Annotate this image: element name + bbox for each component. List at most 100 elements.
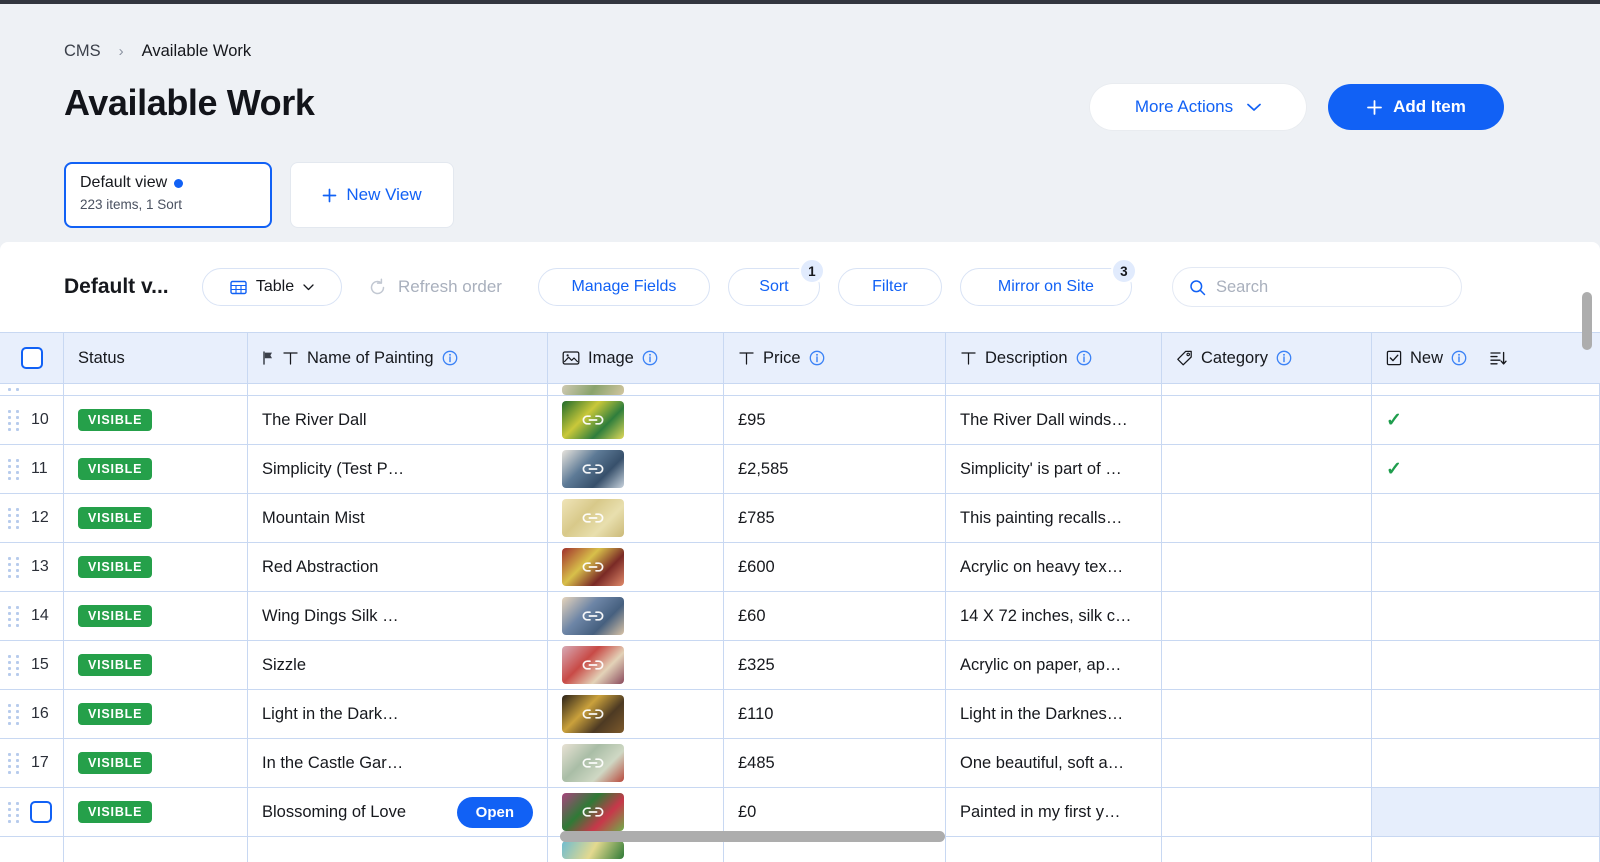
drag-handle-icon[interactable] [8,654,22,676]
description-cell[interactable]: Acrylic on heavy tex… [946,543,1162,591]
image-cell[interactable] [548,641,724,689]
mirror-on-site-button[interactable]: Mirror on Site 3 [959,258,1137,306]
description-cell[interactable]: Simplicity' is part of … [946,445,1162,493]
image-cell[interactable] [548,396,724,444]
new-cell[interactable] [1372,788,1600,836]
image-cell[interactable] [548,788,724,836]
table-row[interactable]: 11 VISIBLE Simplicity (Test P… £2,585 Simpli… [0,445,1600,494]
filter-button[interactable]: Filter [837,268,942,306]
category-cell[interactable] [1162,445,1372,493]
new-cell[interactable]: ✓ [1372,445,1600,493]
drag-handle-icon[interactable] [8,801,22,823]
category-cell[interactable] [1162,494,1372,542]
table-row[interactable]: 17 VISIBLE In the Castle Gar… £485 One beaut… [0,739,1600,788]
name-cell[interactable]: The River Dall [248,396,548,444]
row-handle-cell[interactable]: 13 [0,543,64,591]
row-handle-cell[interactable] [0,788,64,836]
name-cell[interactable]: In the Castle Gar… [248,739,548,787]
new-view-button[interactable]: New View [290,162,454,228]
row-handle-cell[interactable]: 14 [0,592,64,640]
table-body[interactable]: 10 VISIBLE The River Dall £95 The River Dall… [0,384,1600,862]
price-cell[interactable]: £95 [724,396,946,444]
view-type-selector[interactable]: Table [202,268,342,306]
info-icon[interactable] [1276,350,1292,366]
vertical-scrollbar-thumb[interactable] [1582,292,1592,350]
table-row[interactable]: 10 VISIBLE The River Dall £95 The River Dall… [0,396,1600,445]
name-cell[interactable]: Red Abstraction [248,543,548,591]
select-all-checkbox[interactable] [20,347,43,369]
status-cell[interactable]: VISIBLE [64,396,248,444]
status-cell[interactable]: VISIBLE [64,592,248,640]
thumbnail[interactable] [562,597,624,635]
status-cell[interactable]: VISIBLE [64,445,248,493]
table-row[interactable]: 12 VISIBLE Mountain Mist £785 This painting … [0,494,1600,543]
category-cell[interactable] [1162,592,1372,640]
column-header-new[interactable]: New [1372,333,1600,383]
description-cell[interactable]: One beautiful, soft a… [946,739,1162,787]
info-icon[interactable] [642,350,658,366]
row-handle-cell[interactable]: 15 [0,641,64,689]
name-cell[interactable]: Light in the Dark… [248,690,548,738]
sort-descending-icon[interactable] [1489,350,1507,367]
table-row[interactable]: 15 VISIBLE Sizzle £325 Acrylic on paper, ap… [0,641,1600,690]
image-cell[interactable] [548,739,724,787]
new-cell[interactable] [1372,739,1600,787]
drag-handle-icon[interactable] [8,556,22,578]
open-item-button[interactable]: Open [456,796,533,828]
table-row[interactable]: 16 VISIBLE Light in the Dark… £110 Light in … [0,690,1600,739]
info-icon[interactable] [1451,350,1467,366]
column-header-image[interactable]: Image [548,333,724,383]
more-actions-button[interactable]: More Actions [1090,84,1306,130]
row-handle-cell[interactable]: 16 [0,690,64,738]
name-cell[interactable]: Mountain Mist [248,494,548,542]
manage-fields-button[interactable]: Manage Fields [537,268,710,306]
info-icon[interactable] [809,350,825,366]
table-row[interactable]: 13 VISIBLE Red Abstraction £600 Acrylic on h… [0,543,1600,592]
price-cell[interactable]: £600 [724,543,946,591]
drag-handle-icon[interactable] [8,507,22,529]
category-cell[interactable] [1162,396,1372,444]
column-header-status[interactable]: Status [64,333,248,383]
info-icon[interactable] [442,350,458,366]
drag-handle-icon[interactable] [8,605,22,627]
status-cell[interactable]: VISIBLE [64,690,248,738]
column-header-category[interactable]: Category [1162,333,1372,383]
table-row[interactable]: VISIBLE Blossoming of Love Open £0 Painted i… [0,788,1600,837]
image-cell[interactable] [548,592,724,640]
thumbnail[interactable] [562,401,624,439]
status-cell[interactable]: VISIBLE [64,494,248,542]
search-box[interactable] [1171,267,1462,307]
price-cell[interactable]: £325 [724,641,946,689]
column-header-name[interactable]: Name of Painting [248,333,548,383]
column-header-description[interactable]: Description [946,333,1162,383]
category-cell[interactable] [1162,543,1372,591]
image-cell[interactable] [548,445,724,493]
price-cell[interactable]: £785 [724,494,946,542]
add-item-button[interactable]: Add Item [1328,84,1504,130]
price-cell[interactable]: £485 [724,739,946,787]
status-cell[interactable]: VISIBLE [64,739,248,787]
horizontal-scrollbar-thumb[interactable] [560,831,945,842]
category-cell[interactable] [1162,739,1372,787]
drag-handle-icon[interactable] [8,409,22,431]
new-cell[interactable] [1372,641,1600,689]
description-cell[interactable]: 14 X 72 inches, silk c… [946,592,1162,640]
new-cell[interactable] [1372,690,1600,738]
name-cell[interactable]: Simplicity (Test P… [248,445,548,493]
thumbnail[interactable] [562,744,624,782]
price-cell[interactable]: £60 [724,592,946,640]
name-cell[interactable]: Blossoming of Love Open [248,788,548,836]
name-cell[interactable]: Wing Dings Silk … [248,592,548,640]
new-cell[interactable] [1372,494,1600,542]
thumbnail[interactable] [562,793,624,831]
breadcrumb-root[interactable]: CMS [64,42,101,61]
image-cell[interactable] [548,543,724,591]
sort-button[interactable]: Sort 1 [727,258,825,306]
search-input[interactable] [1215,277,1445,297]
table-row[interactable]: 14 VISIBLE Wing Dings Silk … £60 14 X 72 inc… [0,592,1600,641]
status-cell[interactable]: VISIBLE [64,788,248,836]
name-cell[interactable]: Sizzle [248,641,548,689]
row-handle-cell[interactable]: 10 [0,396,64,444]
status-cell[interactable]: VISIBLE [64,641,248,689]
description-cell[interactable]: This painting recalls… [946,494,1162,542]
